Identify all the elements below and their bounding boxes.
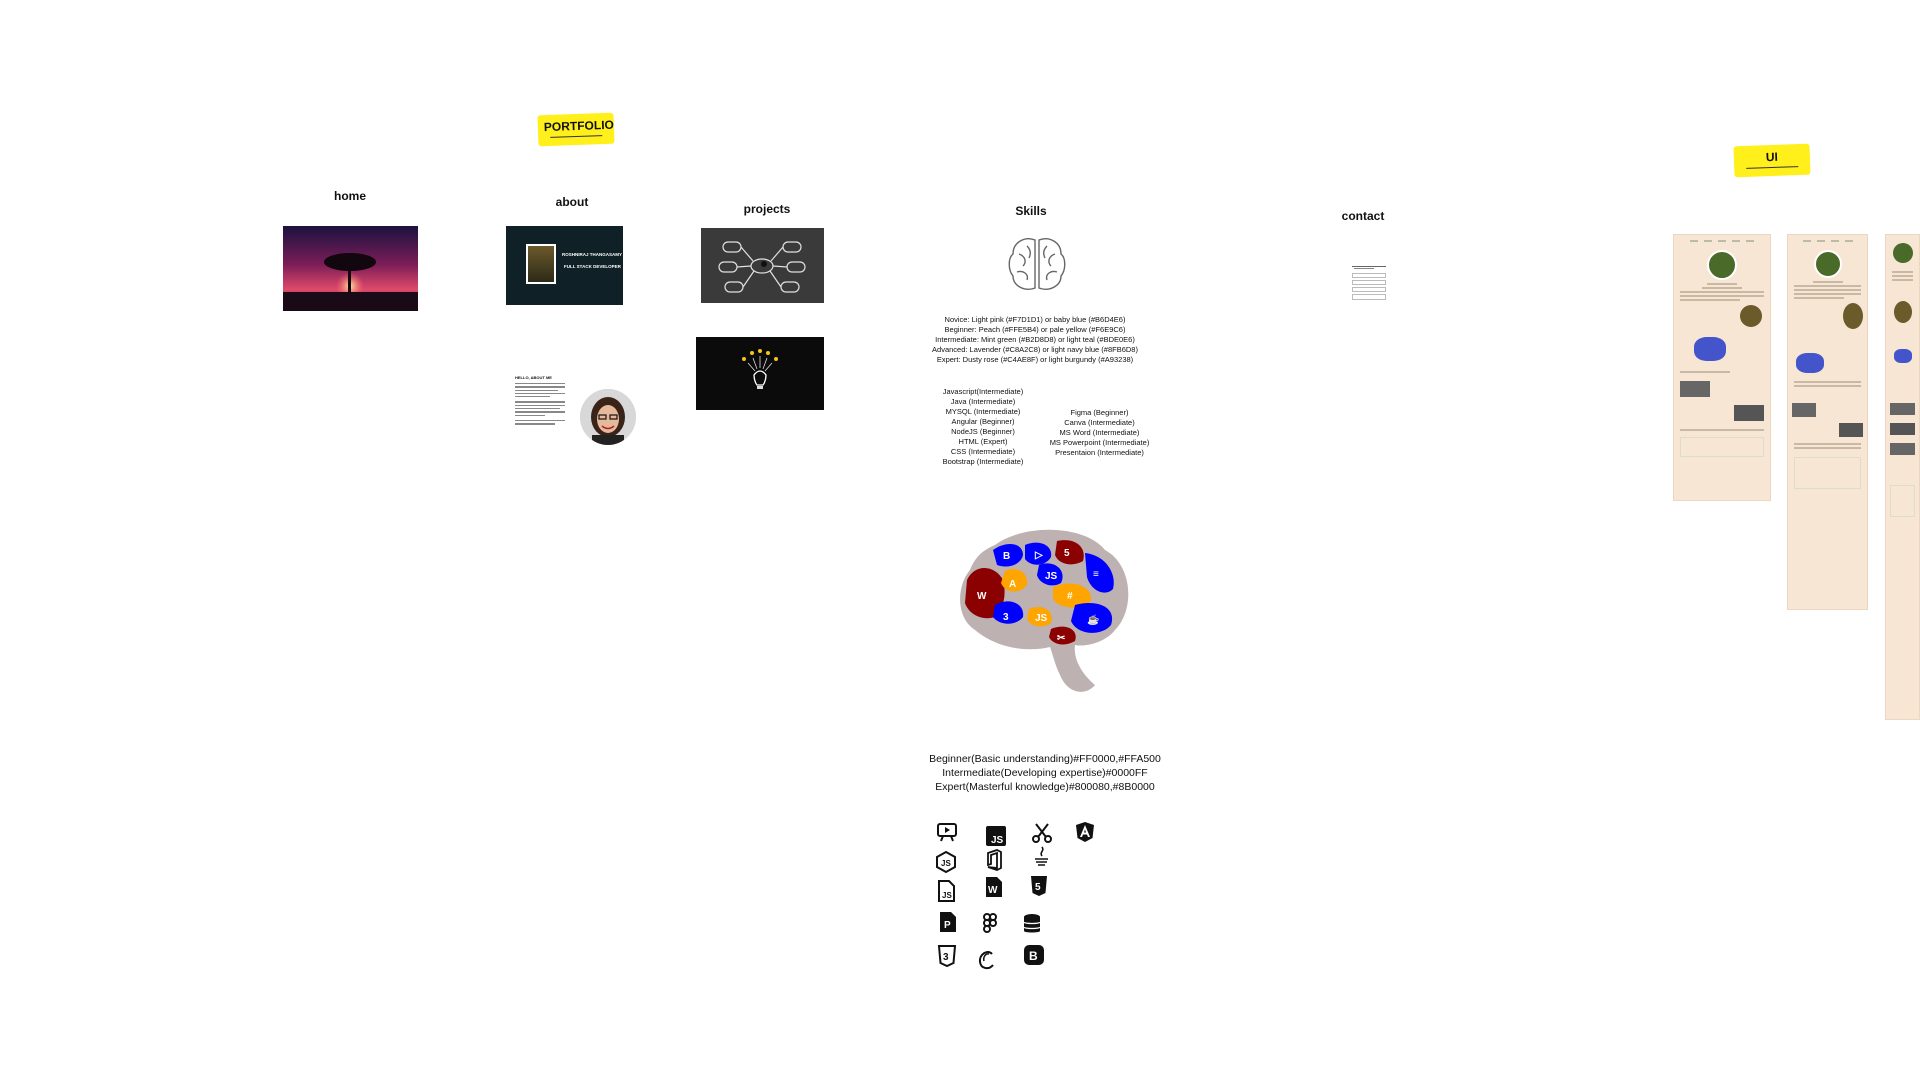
- svg-text:A: A: [1009, 579, 1016, 590]
- projects-thumbnail-mindmap[interactable]: [701, 228, 824, 303]
- tech-skill-item: Java (Intermediate): [950, 397, 1016, 406]
- skill-levels-list: Novice: Light pink (#F7D1D1) or baby blu…: [920, 315, 1150, 365]
- tech-skill-item: Angular (Beginner): [951, 417, 1015, 426]
- tech-skill-item: NodeJS (Beginner): [951, 427, 1015, 436]
- legend-beginner: Beginner(Basic understanding)#FF0000,#FF…: [929, 753, 1161, 765]
- legend-intermediate: Intermediate(Developing expertise)#0000F…: [942, 767, 1148, 779]
- tech-skill-item: HTML (Expert): [958, 437, 1008, 446]
- database-icon: [1020, 912, 1044, 936]
- svg-text:W: W: [988, 885, 998, 896]
- profile-photo: [526, 244, 556, 284]
- about-text-lines: [515, 383, 565, 425]
- heading-about: about: [555, 195, 589, 209]
- presentation-icon: [935, 820, 959, 844]
- about-card-thumbnail[interactable]: ROSHNIRAJ THANGASAMY FULL STACK DEVELOPE…: [506, 226, 623, 305]
- figma-icon: [978, 912, 1002, 936]
- svg-text:3: 3: [943, 952, 949, 963]
- legend-expert: Expert(Masterful knowledge)#800080,#8B00…: [935, 781, 1155, 793]
- tech-skill-item: CSS (Intermediate): [950, 447, 1016, 456]
- svg-text:✂: ✂: [1057, 633, 1066, 644]
- skill-level-beginner: Beginner: Peach (#FFE5B4) or pale yellow…: [944, 325, 1126, 334]
- svg-text:3: 3: [1003, 612, 1009, 623]
- nodejs-icon: JS: [934, 850, 958, 874]
- portfolio-tag: PORTFOLIO: [537, 112, 615, 147]
- svg-text:☕: ☕: [1087, 613, 1099, 626]
- svg-text:JS: JS: [991, 835, 1004, 846]
- skill-level-intermediate: Intermediate: Mint green (#B2D8D8) or li…: [935, 335, 1135, 344]
- tech-skills-list: Javascript(Intermediate) Java (Intermedi…: [928, 387, 1038, 467]
- ui-mockup-1[interactable]: [1673, 234, 1771, 501]
- tech-skill-item: MYSQL (Intermediate): [945, 407, 1021, 416]
- powerpoint-icon: P: [936, 910, 960, 934]
- svg-text:≡: ≡: [1093, 569, 1099, 580]
- svg-text:JS: JS: [1045, 571, 1058, 582]
- about-avatar: [580, 389, 636, 445]
- skills-brain-graphic: B ▷ 5 ≡ A JS # W 3 JS ☕ ✂: [955, 525, 1135, 700]
- tech-skill-item: Bootstrap (Intermediate): [942, 457, 1024, 466]
- ui-mockup-2[interactable]: [1787, 234, 1868, 610]
- svg-text:P: P: [944, 920, 951, 931]
- heading-skills: Skills: [1015, 204, 1047, 218]
- tool-skill-item: MS Powerpoint (Intermediate): [1049, 438, 1150, 447]
- brain-legend: Beginner(Basic understanding)#FF0000,#FF…: [920, 752, 1170, 794]
- js-doc-icon: JS: [934, 879, 958, 903]
- about-text-block: HELLO, ABOUT ME: [515, 375, 565, 427]
- tool-skill-item: MS Word (Intermediate): [1059, 428, 1140, 437]
- ui-tag: UI: [1733, 143, 1811, 178]
- angular-icon: [1073, 820, 1097, 844]
- java-icon: [1030, 845, 1054, 869]
- css3-icon: 3: [935, 944, 959, 968]
- word-icon: W: [982, 875, 1006, 899]
- ui-mockup-3[interactable]: [1885, 234, 1920, 720]
- ui-tag-label: UI: [1765, 149, 1779, 165]
- svg-text:JS: JS: [942, 891, 952, 900]
- tool-skill-item: Canva (Intermediate): [1064, 418, 1135, 427]
- tech-skill-item: Javascript(Intermediate): [942, 387, 1024, 396]
- js-file-icon: JS: [984, 824, 1008, 848]
- about-role: FULL STACK DEVELOPER: [564, 264, 621, 269]
- heading-projects: projects: [743, 202, 791, 216]
- heading-contact: contact: [1341, 209, 1385, 223]
- tool-skill-item: Presentaion (Intermediate): [1055, 448, 1144, 457]
- tool-skills-list: Figma (Beginner) Canva (Intermediate) MS…: [1042, 408, 1157, 458]
- svg-text:JS: JS: [941, 859, 951, 868]
- about-name: ROSHNIRAJ THANGASAMY: [562, 252, 623, 257]
- svg-text:W: W: [977, 591, 987, 602]
- brain-outline-icon: [1005, 232, 1069, 296]
- svg-text:B: B: [1029, 949, 1038, 963]
- tool-skill-item: Figma (Beginner): [1070, 408, 1129, 417]
- svg-text:#: #: [1067, 591, 1073, 602]
- contact-form-thumbnail[interactable]: [1352, 265, 1386, 301]
- skill-level-advanced: Advanced: Lavender (#C8A2C8) or light na…: [932, 345, 1138, 354]
- html5-icon: 5: [1027, 874, 1051, 898]
- svg-text:5: 5: [1035, 882, 1041, 893]
- skill-level-expert: Expert: Dusty rose (#C4AE8F) or light bu…: [936, 355, 1134, 364]
- svg-text:5: 5: [1064, 548, 1070, 559]
- scissors-icon: [1030, 821, 1054, 845]
- portfolio-tag-label: PORTFOLIO: [543, 117, 615, 135]
- heading-home: home: [333, 189, 366, 203]
- svg-text:B: B: [1003, 551, 1010, 562]
- bootstrap-icon: B: [1022, 943, 1046, 967]
- about-text-title: HELLO, ABOUT ME: [515, 375, 552, 380]
- office-icon: [982, 848, 1006, 872]
- home-thumbnail[interactable]: [283, 226, 418, 311]
- canva-icon: [975, 948, 999, 972]
- skill-level-novice: Novice: Light pink (#F7D1D1) or baby blu…: [944, 315, 1126, 324]
- svg-text:JS: JS: [1035, 613, 1048, 624]
- projects-thumbnail-bulb[interactable]: [696, 337, 824, 410]
- svg-text:▷: ▷: [1034, 550, 1044, 561]
